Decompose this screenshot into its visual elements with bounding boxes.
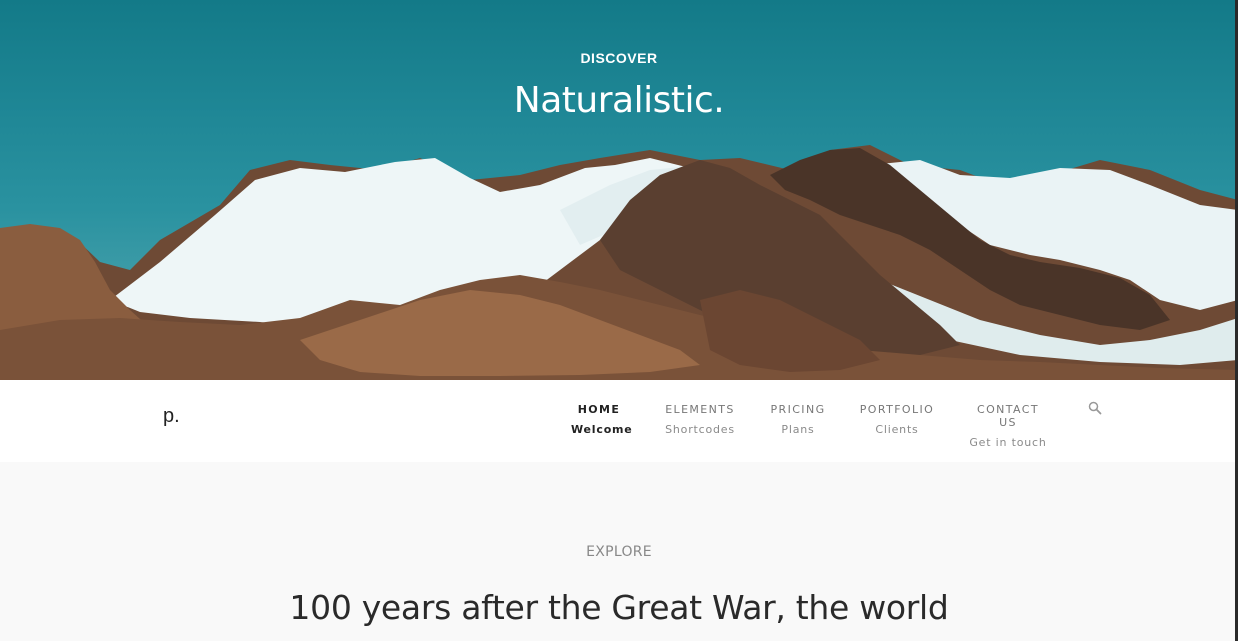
search-icon[interactable] xyxy=(1088,401,1102,415)
nav-item-sublabel: Get in touch xyxy=(969,436,1047,449)
hero-kicker: DISCOVER xyxy=(580,50,658,66)
site-logo[interactable]: p. xyxy=(163,405,180,428)
nav-item-sublabel: Shortcodes xyxy=(665,423,735,436)
nav-item-label: PORTFOLIO xyxy=(859,403,935,416)
nav-item-pricing[interactable]: PRICING Plans xyxy=(770,403,826,436)
nav-item-label: ELEMENTS xyxy=(665,403,735,416)
nav-item-label: HOME xyxy=(577,403,621,416)
nav-item-label: PRICING xyxy=(770,403,826,416)
hero-title: Naturalistic. xyxy=(513,80,725,121)
nav-item-sublabel: Clients xyxy=(875,423,919,436)
nav-item-portfolio[interactable]: PORTFOLIO Clients xyxy=(859,403,935,436)
nav-item-label: CONTACT US xyxy=(977,403,1039,429)
nav-item-sublabel: Welcome xyxy=(571,423,633,436)
section-headline: 100 years after the Great War, the world xyxy=(289,588,949,627)
section-eyebrow: EXPLORE xyxy=(586,544,652,560)
nav-item-home[interactable]: HOME Welcome xyxy=(571,403,633,436)
nav-item-contact-us[interactable]: CONTACT US Get in touch xyxy=(966,403,1050,449)
nav-item-elements[interactable]: ELEMENTS Shortcodes xyxy=(664,403,736,436)
nav-item-sublabel: Plans xyxy=(781,423,815,436)
hero-banner: DISCOVER Naturalistic. xyxy=(0,0,1238,380)
